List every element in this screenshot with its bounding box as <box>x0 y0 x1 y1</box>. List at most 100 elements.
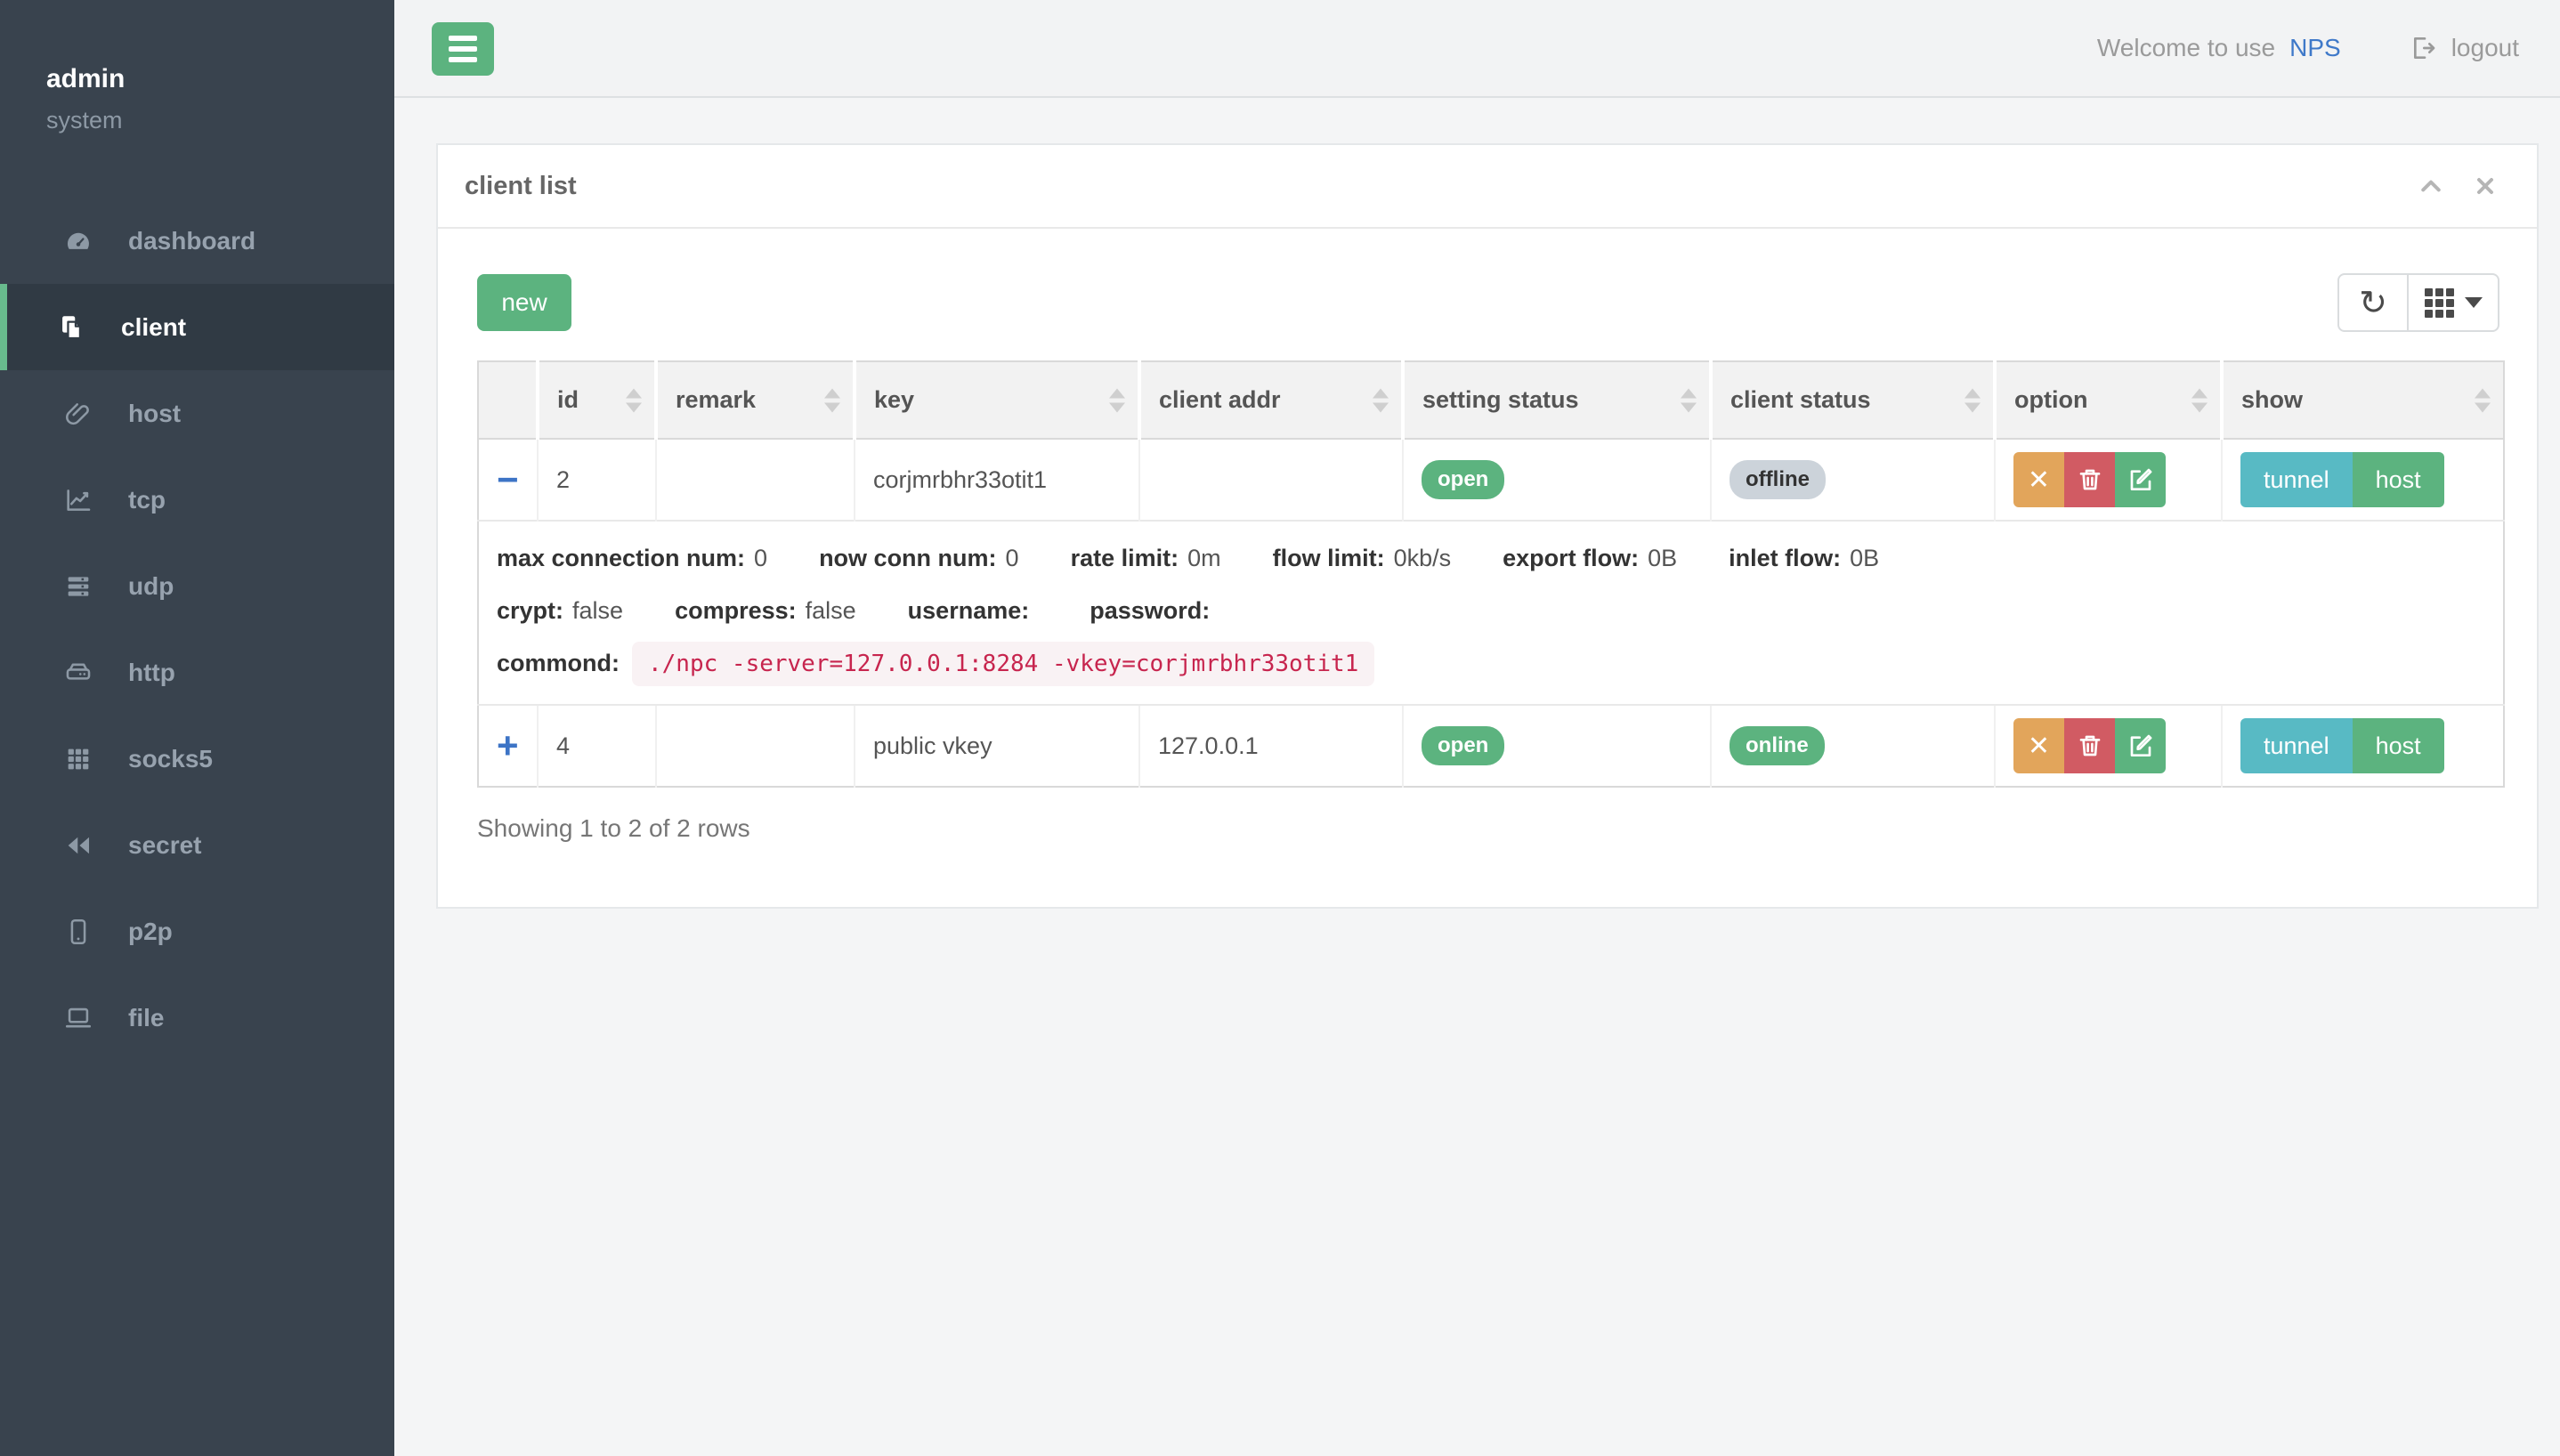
sidebar-item-tcp[interactable]: tcp <box>0 457 394 543</box>
sort-icon <box>626 388 642 412</box>
col-client-status[interactable]: client status <box>1711 361 1995 439</box>
table-toolbar: new ↻ <box>477 273 2499 332</box>
gauge-icon <box>62 225 94 257</box>
cell-remark <box>656 439 855 521</box>
cell-id: 4 <box>538 705 656 787</box>
refresh-button[interactable]: ↻ <box>2337 273 2409 332</box>
delete-client-button[interactable] <box>2064 718 2115 773</box>
detail-line-command: commond:./npc -server=127.0.0.1:8284 -vk… <box>497 650 2503 677</box>
close-client-button[interactable]: ✕ <box>2013 718 2064 773</box>
edit-client-button[interactable] <box>2115 452 2166 507</box>
paperclip-icon <box>62 398 94 430</box>
user-block: admin system <box>0 0 394 134</box>
sign-out-icon <box>2409 34 2437 62</box>
col-remark[interactable]: remark <box>656 361 855 439</box>
detail-line-auth: crypt:false compress:false username: pas… <box>497 597 2503 625</box>
sidebar-item-socks5[interactable]: socks5 <box>0 716 394 802</box>
sidebar-item-label: secret <box>128 831 202 860</box>
panel-body: new ↻ id remark key <box>438 229 2537 843</box>
columns-dropdown-button[interactable] <box>2409 273 2499 332</box>
cell-id: 2 <box>538 439 656 521</box>
table-row: − 2 corjmrbhr33otit1 open offline ✕ <box>478 439 2504 521</box>
refresh-icon: ↻ <box>2359 283 2387 323</box>
col-option[interactable]: option <box>1995 361 2222 439</box>
sort-icon <box>2475 388 2491 412</box>
expand-row-button[interactable]: + <box>497 727 519 764</box>
show-host-button[interactable]: host <box>2353 718 2444 773</box>
col-client-addr[interactable]: client addr <box>1139 361 1403 439</box>
cell-client-addr: 127.0.0.1 <box>1139 705 1403 787</box>
close-panel-button[interactable] <box>2473 174 2498 198</box>
sort-icon <box>1681 388 1697 412</box>
chevron-up-icon <box>2418 189 2444 202</box>
sort-icon <box>1373 388 1389 412</box>
cell-remark <box>656 705 855 787</box>
col-show[interactable]: show <box>2222 361 2504 439</box>
sidebar-item-label: file <box>128 1004 164 1032</box>
sidebar-item-file[interactable]: file <box>0 975 394 1061</box>
npc-command-code: ./npc -server=127.0.0.1:8284 -vkey=corjm… <box>632 642 1374 686</box>
cell-key: public vkey <box>855 705 1139 787</box>
sidebar-item-label: dashboard <box>128 227 255 255</box>
cell-key: corjmrbhr33otit1 <box>855 439 1139 521</box>
show-tunnel-button[interactable]: tunnel <box>2240 718 2353 773</box>
topbar-right: Welcome to use NPS logout <box>2097 0 2519 96</box>
trash-icon <box>2076 465 2104 494</box>
sidebar-item-secret[interactable]: secret <box>0 802 394 888</box>
client-table: id remark key client addr setting status… <box>477 360 2505 788</box>
col-id[interactable]: id <box>538 361 656 439</box>
cell-client-addr <box>1139 439 1403 521</box>
sort-icon <box>824 388 840 412</box>
sidebar-item-host[interactable]: host <box>0 370 394 457</box>
col-setting-status[interactable]: setting status <box>1403 361 1711 439</box>
show-host-button[interactable]: host <box>2353 452 2444 507</box>
setting-status-badge: open <box>1422 460 1504 500</box>
panel-header: client list <box>438 145 2537 229</box>
caret-down-icon <box>2465 297 2483 308</box>
brand-link[interactable]: NPS <box>2289 34 2341 62</box>
col-key[interactable]: key <box>855 361 1139 439</box>
collapse-panel-button[interactable] <box>2418 173 2444 199</box>
chart-line-icon <box>62 484 94 516</box>
sidebar-item-label: client <box>121 313 186 342</box>
server-list-icon <box>62 570 94 603</box>
client-status-badge: online <box>1730 726 1825 766</box>
client-list-panel: client list new ↻ <box>436 143 2539 909</box>
copy-icon <box>55 311 87 344</box>
trash-icon <box>2076 732 2104 760</box>
close-icon <box>2473 188 2498 201</box>
edit-client-button[interactable] <box>2115 718 2166 773</box>
sidebar-item-label: host <box>128 400 181 428</box>
hamburger-icon <box>449 36 477 41</box>
laptop-icon <box>62 1002 94 1034</box>
sidebar-item-udp[interactable]: udp <box>0 543 394 629</box>
user-role: system <box>46 107 394 134</box>
sidebar-item-label: p2p <box>128 918 173 946</box>
new-client-button[interactable]: new <box>477 274 571 331</box>
table-header-row: id remark key client addr setting status… <box>478 361 2504 439</box>
collapse-row-button[interactable]: − <box>497 461 519 498</box>
col-expand <box>478 361 538 439</box>
logout-button[interactable]: logout <box>2409 34 2519 62</box>
sidebar-item-label: socks5 <box>128 745 213 773</box>
hdd-icon <box>62 657 94 689</box>
sidebar-toggle-button[interactable] <box>432 22 494 76</box>
sidebar-item-p2p[interactable]: p2p <box>0 888 394 975</box>
sidebar-item-client[interactable]: client <box>0 284 394 370</box>
show-tunnel-button[interactable]: tunnel <box>2240 452 2353 507</box>
row-detail-view: max connection num:0 now conn num:0 rate… <box>478 521 2504 705</box>
panel-title: client list <box>465 172 577 201</box>
columns-grid-icon <box>2425 288 2454 318</box>
sidebar-item-dashboard[interactable]: dashboard <box>0 198 394 284</box>
grid-icon <box>62 743 94 775</box>
welcome-text: Welcome to use <box>2097 34 2275 62</box>
sort-icon <box>2191 388 2208 412</box>
backward-icon <box>62 829 94 861</box>
close-client-button[interactable]: ✕ <box>2013 452 2064 507</box>
delete-client-button[interactable] <box>2064 452 2115 507</box>
sidebar-item-label: tcp <box>128 486 166 514</box>
setting-status-badge: open <box>1422 726 1504 766</box>
sidebar-item-http[interactable]: http <box>0 629 394 716</box>
logout-label: logout <box>2451 34 2519 62</box>
edit-icon <box>2127 465 2155 494</box>
